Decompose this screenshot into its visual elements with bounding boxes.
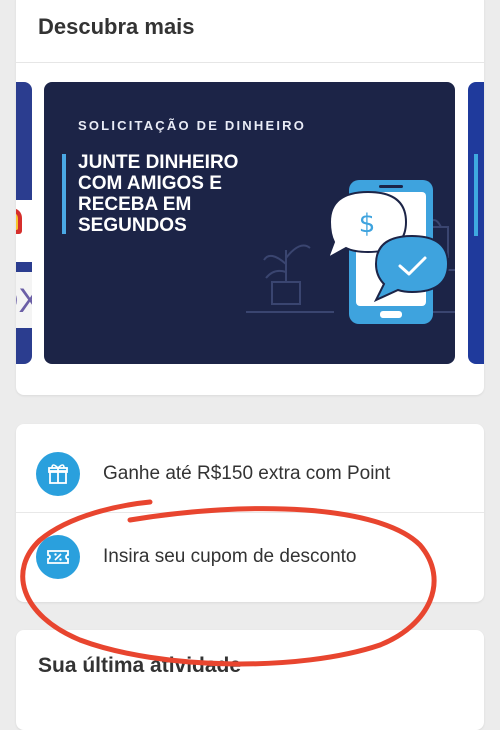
- svg-text:$: $: [359, 209, 376, 239]
- point-offer-label: Ganhe até R$150 extra com Point: [103, 463, 391, 484]
- activity-title: Sua última atividade: [38, 654, 242, 677]
- side-banner-text: OX: [16, 282, 32, 320]
- next-banner-accent: [474, 154, 478, 236]
- previous-banner[interactable]: OX: [16, 82, 32, 364]
- divider: [16, 62, 484, 63]
- banner-eyebrow: SOLICITAÇÃO DE DINHEIRO: [78, 118, 307, 133]
- discover-title: Descubra mais: [38, 14, 195, 39]
- coupon-item[interactable]: Insira seu cupom de desconto: [16, 513, 484, 601]
- check-bubble-icon: [373, 234, 450, 303]
- banner-carousel[interactable]: OX SOLICITAÇÃO DE DINHEIRO JUNTE DINHEIR…: [16, 82, 484, 364]
- gift-icon: [36, 452, 80, 496]
- money-request-banner[interactable]: SOLICITAÇÃO DE DINHEIRO JUNTE DINHEIRO C…: [44, 82, 455, 364]
- discover-section: Descubra mais OX SOLICITAÇÃO DE DINHEIRO…: [16, 0, 484, 395]
- next-banner[interactable]: [468, 82, 484, 364]
- plant-icon: [246, 244, 334, 313]
- coupon-label: Insira seu cupom de desconto: [103, 546, 357, 567]
- options-list: Ganhe até R$150 extra com Point Insira s…: [16, 424, 484, 602]
- last-activity-section: Sua última atividade: [16, 630, 484, 730]
- banner-accent-bar: [62, 154, 66, 234]
- ticket-icon: [36, 535, 80, 579]
- point-offer-item[interactable]: Ganhe até R$150 extra com Point: [16, 430, 484, 518]
- banner-illustration: $: [246, 180, 455, 324]
